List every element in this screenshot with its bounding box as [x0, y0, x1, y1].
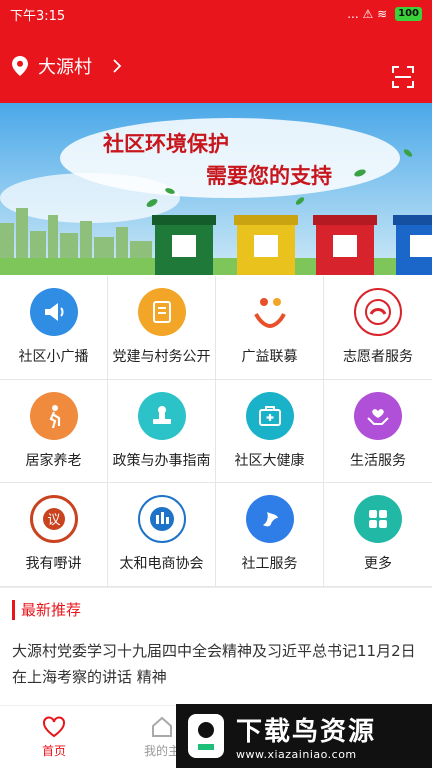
scan-icon[interactable]	[392, 66, 414, 88]
grid-label: 生活服务	[350, 452, 406, 469]
grid-item-broadcast[interactable]: 社区小广播	[0, 276, 108, 380]
speech-emblem-icon: 议	[29, 495, 78, 544]
location-pin-icon	[12, 55, 28, 76]
banner-line2: 需要您的支持	[206, 163, 332, 188]
app-header: 大源村	[0, 28, 432, 103]
more-grid-icon	[354, 495, 402, 544]
status-time: 下午3:15	[10, 8, 66, 24]
banner-line1: 社区环境保护	[102, 131, 229, 156]
social-work-icon	[245, 495, 294, 544]
tab-home[interactable]: 首页	[0, 706, 108, 768]
grid-label: 社区小广播	[18, 349, 89, 366]
location-selector[interactable]: 大源村	[12, 53, 126, 79]
elderly-icon	[29, 391, 78, 440]
watermark-text: 下载鸟资源 www.xiazainiao.com	[236, 711, 376, 761]
banner-image[interactable]: 社区环境保护 需要您的支持	[0, 103, 432, 275]
grid-item-more[interactable]: 更多	[324, 483, 432, 587]
latest-recommend-section: 最新推荐 大源村党委学习十九届四中全会精神及习近平总书记11月2日在上海考察的讲…	[0, 587, 432, 705]
heart-hands-icon	[354, 391, 402, 440]
news-item[interactable]: 大源村党委学习十九届四中全会精神及习近平总书记11月2日在上海考察的讲话 精神	[12, 638, 420, 690]
tab-label: 首页	[41, 743, 66, 758]
grid-label: 社工服务	[241, 556, 298, 573]
grid-label: 政策与办事指南	[112, 452, 211, 469]
grid-label: 我有嘢讲	[25, 556, 82, 573]
megaphone-icon	[29, 288, 78, 337]
grid-label: 广益联募	[241, 349, 298, 366]
banner-illustration: 社区环境保护 需要您的支持	[0, 103, 432, 275]
grid-item-policy-guide[interactable]: 政策与办事指南	[108, 379, 216, 484]
grid-item-ecommerce-association[interactable]: 太和电商协会	[108, 483, 216, 587]
grid-label: 更多	[364, 556, 392, 573]
svg-text:议: 议	[47, 513, 60, 528]
volunteer-emblem-icon	[354, 288, 402, 337]
function-grid: 社区小广播 党建与村务公开 广益联募 志愿者服务 居家养老 政策与办事指南 社区…	[0, 276, 432, 587]
watermark-logo: 下载鸟资源 www.xiazainiao.com	[176, 704, 432, 768]
section-title: 最新推荐	[12, 600, 432, 620]
watermark-title: 下载鸟资源	[236, 717, 377, 747]
status-bar: 下午3:15 ... ⚠ ≋ 100	[0, 0, 432, 28]
stamp-icon	[137, 391, 186, 440]
medical-kit-icon	[245, 391, 294, 440]
grid-item-party-affairs[interactable]: 党建与村务公开	[108, 276, 216, 380]
grid-item-life-services[interactable]: 生活服务	[324, 380, 432, 484]
grid-item-elderly-care[interactable]: 居家养老	[0, 379, 108, 484]
grid-label: 社区大健康	[234, 452, 305, 469]
grid-label: 居家养老	[25, 452, 82, 469]
charity-icon	[245, 288, 294, 337]
grid-item-fundraising[interactable]: 广益联募	[216, 276, 324, 380]
document-icon	[137, 288, 186, 337]
home-heart-icon	[43, 715, 65, 737]
tab-label: 我的主	[143, 743, 180, 758]
location-name: 大源村	[38, 56, 92, 78]
grid-label: 党建与村务公开	[112, 349, 211, 366]
grid-item-social-work[interactable]: 社工服务	[216, 483, 324, 587]
home-icon	[152, 716, 172, 737]
status-indicators: ... ⚠ ≋ 100	[347, 7, 422, 21]
bird-logo-icon	[188, 714, 224, 758]
status-icons: ... ⚠ ≋	[347, 7, 388, 21]
battery-icon: 100	[395, 7, 422, 21]
grid-item-speak[interactable]: 议 我有嘢讲	[0, 483, 108, 587]
association-emblem-icon	[137, 495, 186, 544]
chevron-right-icon	[113, 58, 122, 73]
grid-item-health[interactable]: 社区大健康	[216, 379, 324, 484]
grid-label: 志愿者服务	[343, 349, 413, 366]
watermark-url: www.xiazainiao.com	[236, 748, 357, 761]
grid-item-volunteer[interactable]: 志愿者服务	[324, 276, 432, 380]
grid-label: 太和电商协会	[119, 556, 204, 573]
